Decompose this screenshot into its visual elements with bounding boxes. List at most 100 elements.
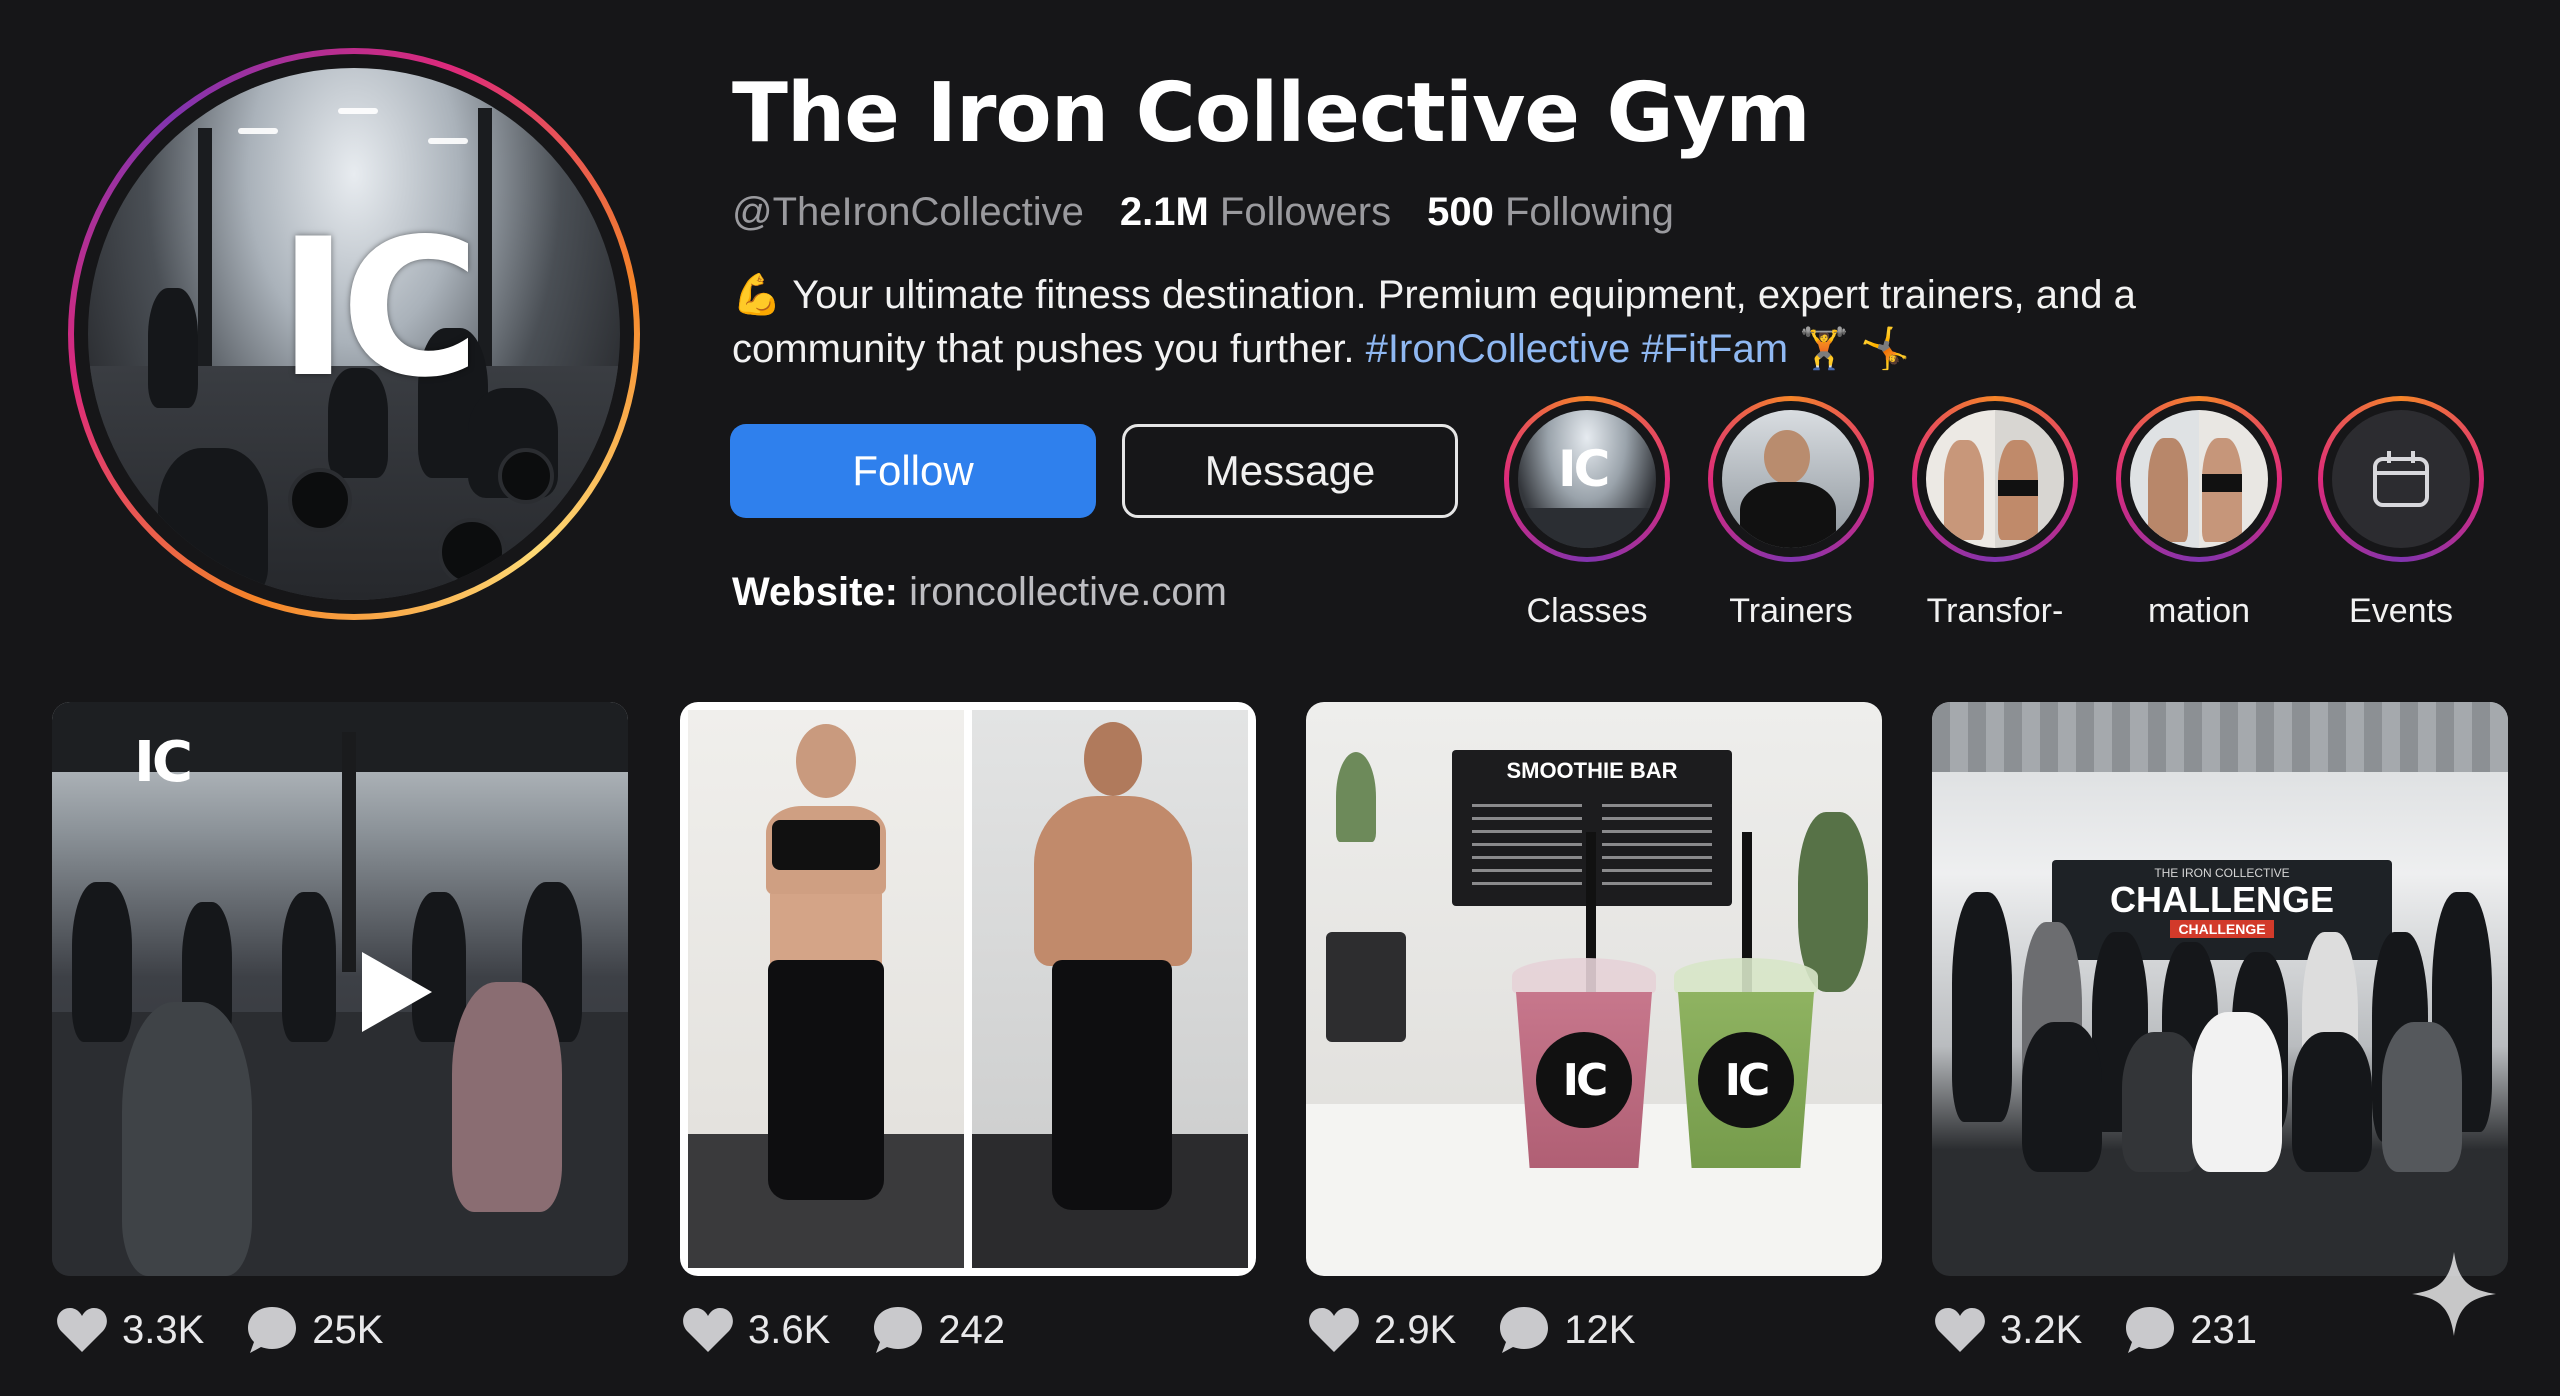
post-stats: 2.9K 12K [1308, 1300, 1677, 1360]
plant [1798, 812, 1868, 992]
highlight-ring [2318, 396, 2484, 562]
banner-small-text: THE IRON COLLECTIVE [2154, 866, 2290, 880]
banner-subtitle: CHALLENGE [2170, 920, 2274, 938]
likes-count: 3.6K [748, 1307, 831, 1352]
post-stats: 3.2K 231 [1934, 1300, 2299, 1360]
website-row: Website: ironcollective.com [732, 570, 1227, 615]
class-member [122, 1002, 252, 1276]
plant [1336, 752, 1376, 842]
banner-title: CHALLENGE [2110, 879, 2334, 920]
class-member [282, 892, 336, 1042]
menu-board-text [1602, 794, 1712, 894]
comment-icon[interactable] [246, 1305, 298, 1355]
heart-icon[interactable] [56, 1306, 108, 1354]
gym-member [148, 288, 198, 408]
calendar-icon [2373, 451, 2429, 507]
post-tile[interactable]: THE IRON COLLECTIVE CHALLENGE CHALLENGE [1932, 702, 2508, 1276]
likes-count: 3.3K [122, 1307, 205, 1352]
highlight-events[interactable]: Events [2316, 396, 2486, 631]
followers-count[interactable]: 2.1M [1120, 190, 1209, 234]
post-stats: 3.3K 25K [56, 1300, 425, 1360]
class-member [452, 982, 562, 1212]
heart-icon[interactable] [682, 1306, 734, 1354]
highlight-events-bg [2332, 410, 2470, 548]
kneeling-member [2292, 1032, 2372, 1172]
highlight-trainers[interactable]: Trainers [1706, 396, 1876, 631]
highlight-ring [1912, 396, 2078, 562]
class-member [72, 882, 132, 1042]
bio-line-2: community that pushes you further. #Iron… [732, 322, 2292, 376]
highlight-gym-photo: IC [1518, 410, 1656, 548]
comments-count: 231 [2190, 1307, 2258, 1352]
bio-emojis: 🏋 🤸 [1788, 327, 1910, 371]
weight-plate [288, 468, 352, 532]
highlight-label: Events [2349, 592, 2453, 630]
highlight-ring: IC [1504, 396, 1670, 562]
comments-count: 12K [1564, 1307, 1636, 1352]
blender [1326, 932, 1406, 1042]
profile-avatar: IC [88, 68, 620, 600]
heart-icon[interactable] [1934, 1306, 1986, 1354]
highlight-transformation-photo [1926, 410, 2064, 548]
profile-stats: @TheIronCollective 2.1M Followers 500 Foll… [732, 190, 1674, 235]
bio-text: community that pushes you further. [732, 327, 1366, 371]
follow-button[interactable]: Follow [730, 424, 1096, 518]
post-stats: 3.6K 242 [682, 1300, 1047, 1360]
comments-count: 25K [312, 1307, 384, 1352]
profile-avatar-ring[interactable]: IC [68, 48, 640, 620]
cup-logo: IC [1536, 1032, 1632, 1128]
highlight-label: Trainers [1729, 592, 1853, 630]
ceiling-light [338, 108, 378, 114]
post-tile[interactable] [680, 702, 1256, 1276]
kneeling-member [2122, 1032, 2202, 1172]
play-icon[interactable] [362, 952, 432, 1037]
avatar-frame: IC [74, 54, 634, 614]
group-member [1952, 892, 2012, 1122]
weight-plate [438, 518, 506, 586]
ic-logo: IC [278, 198, 480, 419]
gym-member [158, 448, 268, 598]
website-link[interactable]: ironcollective.com [909, 570, 1227, 614]
highlight-transformation-1[interactable]: Transfor- [1910, 396, 2080, 631]
highlight-classes[interactable]: IC Classes [1502, 396, 1672, 631]
highlight-transformation-2[interactable]: mation [2114, 396, 2284, 631]
menu-board-title: SMOOTHIE BAR [1506, 758, 1678, 783]
pillar [198, 128, 212, 388]
comments-count: 242 [938, 1307, 1006, 1352]
kneeling-member [2192, 1012, 2282, 1172]
message-button[interactable]: Message [1122, 424, 1458, 518]
profile-handle: @TheIronCollective [732, 190, 1084, 234]
comment-icon[interactable] [2124, 1305, 2176, 1355]
followers-label[interactable]: Followers [1220, 190, 1391, 234]
kneeling-member [2022, 1022, 2102, 1172]
highlight-label: Transfor- [1926, 592, 2064, 630]
ceiling-light [238, 128, 278, 134]
heart-icon[interactable] [1308, 1306, 1360, 1354]
post-tile[interactable]: SMOOTHIE BAR IC IC [1306, 702, 1882, 1276]
ceiling-light [428, 138, 468, 144]
profile-name: The Iron Collective Gym [732, 66, 1811, 161]
highlight-transformation-photo [2130, 410, 2268, 548]
pillar [342, 732, 356, 972]
website-label: Website: [732, 570, 898, 614]
highlight-label: Classes [1526, 592, 1648, 630]
highlight-ring [1708, 396, 1874, 562]
highlight-label: mation [2147, 592, 2251, 630]
sparkle-icon [2412, 1252, 2496, 1336]
before-photo [688, 710, 964, 1268]
following-label[interactable]: Following [1505, 190, 1674, 234]
weight-plate [498, 448, 554, 504]
ceiling [1932, 702, 2508, 772]
post-tile[interactable]: IC [52, 702, 628, 1276]
cup-lid [1512, 958, 1656, 994]
highlight-trainer-photo [1722, 410, 1860, 548]
bio-hashtags[interactable]: #IronCollective #FitFam [1366, 327, 1788, 371]
menu-board-text [1472, 794, 1582, 894]
comment-icon[interactable] [872, 1305, 924, 1355]
cup-lid [1674, 958, 1818, 994]
highlight-ring [2116, 396, 2282, 562]
comment-icon[interactable] [1498, 1305, 1550, 1355]
wall-logo: IC [134, 730, 193, 795]
following-count[interactable]: 500 [1427, 190, 1494, 234]
profile-bio: 💪 Your ultimate fitness destination. Pre… [732, 268, 2292, 376]
